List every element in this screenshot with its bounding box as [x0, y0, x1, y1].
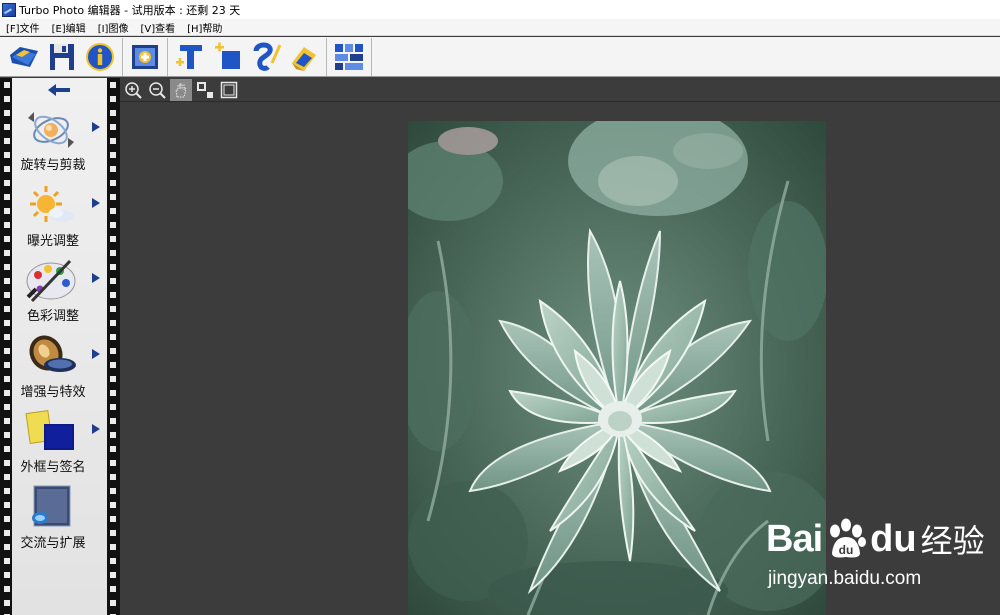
logo-text-jingyan: 经验 [920, 522, 985, 560]
logo-text-bai: Bai [766, 517, 823, 560]
color-palette-icon [26, 259, 76, 303]
save-button[interactable] [43, 39, 81, 75]
pan-hand-icon [175, 83, 187, 97]
app-icon [2, 2, 16, 17]
frame-signature-icon [25, 410, 74, 450]
edit-tool-group [168, 37, 327, 76]
add-layer-icon [215, 42, 240, 69]
sidebar-item-share[interactable]: 交流与扩展 [12, 480, 107, 554]
logo-text-du: du [870, 517, 917, 560]
add-layer-button[interactable] [209, 39, 247, 75]
sidebar-panel: 旋转与剪裁 曝光调整 色彩调整 增强与特效 外框与签名 交流与扩展 [12, 78, 107, 615]
filter-lens-icon [29, 335, 76, 372]
main-toolbar [0, 37, 1000, 77]
menu-help[interactable]: [H]帮助 [181, 20, 228, 35]
baidu-jingyan-watermark: Bai du du 经验 jingyan.baidu.com [752, 510, 992, 598]
add-image-icon [132, 44, 158, 69]
file-tool-group [2, 37, 123, 76]
open-folder-icon [10, 46, 38, 67]
sidebar-item-enhance[interactable]: 增强与特效 [12, 329, 107, 403]
sidebar-item-label: 曝光调整 [26, 234, 79, 249]
share-extend-icon [32, 485, 71, 527]
sidebar-item-label: 交流与扩展 [20, 536, 86, 551]
back-arrow-icon[interactable] [48, 84, 70, 96]
layout-tool-group [327, 37, 372, 76]
open-button[interactable] [5, 39, 43, 75]
sidebar-item-frame[interactable]: 外框与签名 [12, 404, 107, 478]
filmstrip-right [108, 78, 118, 615]
zoom-out-button[interactable] [146, 79, 168, 101]
menu-bar: [F]文件 [E]编辑 [I]图像 [V]查看 [H]帮助 [0, 19, 1000, 36]
eraser-icon [292, 46, 316, 71]
actual-size-icon [197, 81, 213, 98]
expand-arrow-icon [92, 349, 100, 359]
sidebar-item-label: 色彩调整 [26, 309, 79, 324]
watermark-url: jingyan.baidu.com [768, 568, 922, 589]
expand-arrow-icon [92, 122, 100, 132]
add-image-button[interactable] [126, 39, 164, 75]
expand-arrow-icon [92, 198, 100, 208]
fit-window-button[interactable] [218, 79, 240, 101]
sidebar-item-label: 外框与签名 [20, 460, 86, 475]
baidu-logo: Bai du du 经验 [766, 510, 985, 568]
sidebar-item-exposure[interactable]: 曝光调整 [12, 178, 107, 252]
paw-icon: du [830, 518, 867, 558]
zoom-out-icon [149, 81, 166, 99]
zoom-in-button[interactable] [122, 79, 144, 101]
add-text-icon [176, 44, 202, 69]
insert-tool-group [123, 37, 168, 76]
filmstrip-left [2, 78, 12, 615]
menu-file[interactable]: [F]文件 [0, 20, 46, 35]
pan-button[interactable] [170, 78, 192, 101]
fit-window-icon [220, 81, 238, 98]
sidebar-item-label: 增强与特效 [20, 385, 86, 400]
menu-edit[interactable]: [E]编辑 [46, 20, 92, 35]
save-disk-icon [50, 43, 74, 70]
sidebar-item-rotate-crop[interactable]: 旋转与剪裁 [12, 102, 107, 176]
zoom-in-icon [125, 81, 142, 99]
expand-arrow-icon [92, 424, 100, 434]
brush-icon [253, 42, 282, 71]
collage-button[interactable] [330, 39, 368, 75]
collage-grid-icon [335, 43, 363, 70]
window-title: Turbo Photo 编辑器 - 试用版本 : 还剩 23 天 [19, 3, 241, 17]
rotate-crop-icon [28, 112, 74, 148]
sidebar-item-label: 旋转与剪裁 [20, 158, 86, 173]
menu-image[interactable]: [I]图像 [92, 20, 135, 35]
brush-button[interactable] [247, 39, 285, 75]
exposure-sun-icon [30, 186, 74, 222]
info-icon [86, 42, 114, 71]
expand-arrow-icon [92, 273, 100, 283]
add-text-button[interactable] [171, 39, 209, 75]
info-button[interactable] [81, 39, 119, 75]
title-bar: Turbo Photo 编辑器 - 试用版本 : 还剩 23 天 [0, 0, 1000, 19]
eraser-button[interactable] [285, 39, 323, 75]
tool-sidebar: 旋转与剪裁 曝光调整 色彩调整 增强与特效 外框与签名 交流与扩展 [0, 78, 120, 615]
sidebar-item-color[interactable]: 色彩调整 [12, 253, 107, 327]
actual-size-button[interactable] [194, 79, 216, 101]
zoom-toolbar [120, 78, 1000, 102]
menu-view[interactable]: [V]查看 [134, 20, 181, 35]
svg-text:du: du [839, 543, 854, 557]
